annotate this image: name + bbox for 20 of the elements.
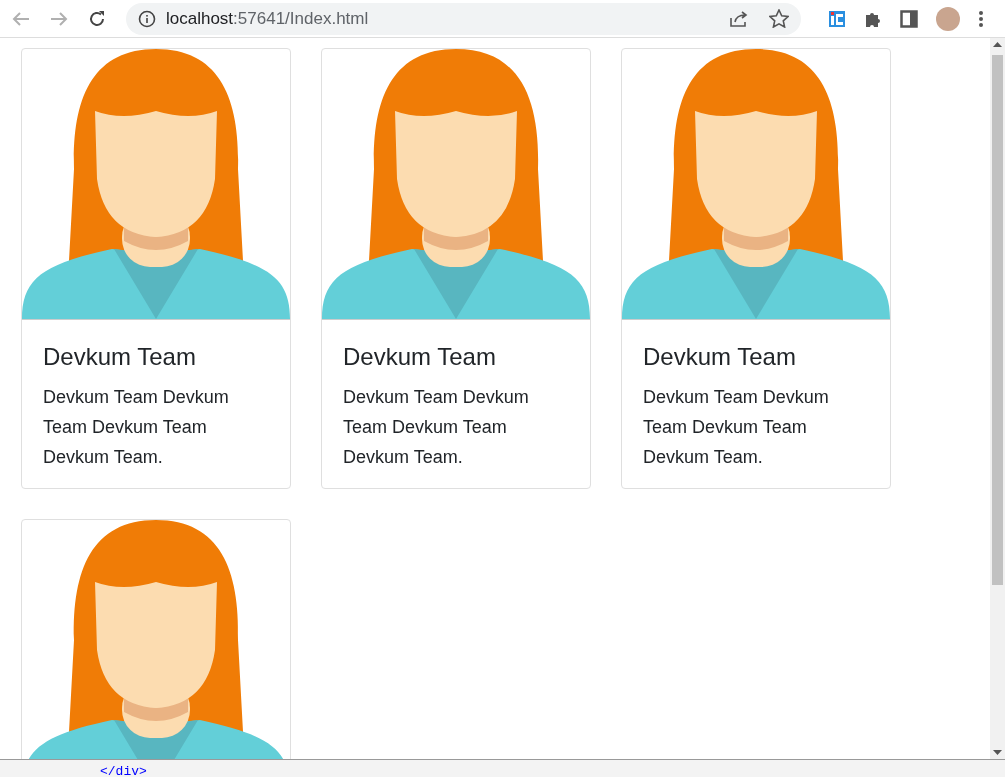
card-text: Devkum Team Devkum Team Devkum Team Devkum Team. bbox=[643, 386, 830, 469]
menu-icon[interactable] bbox=[978, 9, 984, 28]
scrollbar-thumb[interactable] bbox=[992, 55, 1003, 585]
extension-icon[interactable] bbox=[828, 9, 846, 28]
code-text: </div> bbox=[100, 766, 147, 777]
star-icon[interactable] bbox=[769, 9, 789, 28]
scrollbar[interactable] bbox=[990, 38, 1005, 759]
card-text: Devkum Team Devkum Team Devkum Team Devkum Team. bbox=[343, 386, 530, 469]
card-title: Devkum Team bbox=[43, 342, 197, 372]
side-panel-icon[interactable] bbox=[900, 9, 918, 28]
reload-icon[interactable] bbox=[88, 9, 106, 28]
url-text: localhost:57641/Index.html bbox=[166, 8, 369, 29]
address-bar[interactable]: localhost:57641/Index.html bbox=[126, 2, 801, 35]
card-text: Devkum Team Devkum Team Devkum Team Devkum Team. bbox=[43, 386, 230, 469]
share-icon[interactable] bbox=[729, 9, 749, 28]
card-title: Devkum Team bbox=[643, 342, 797, 372]
info-icon[interactable] bbox=[138, 9, 156, 28]
scroll-up-icon[interactable] bbox=[993, 42, 1002, 47]
card-title: Devkum Team bbox=[343, 342, 497, 372]
scroll-down-icon[interactable] bbox=[993, 750, 1002, 755]
